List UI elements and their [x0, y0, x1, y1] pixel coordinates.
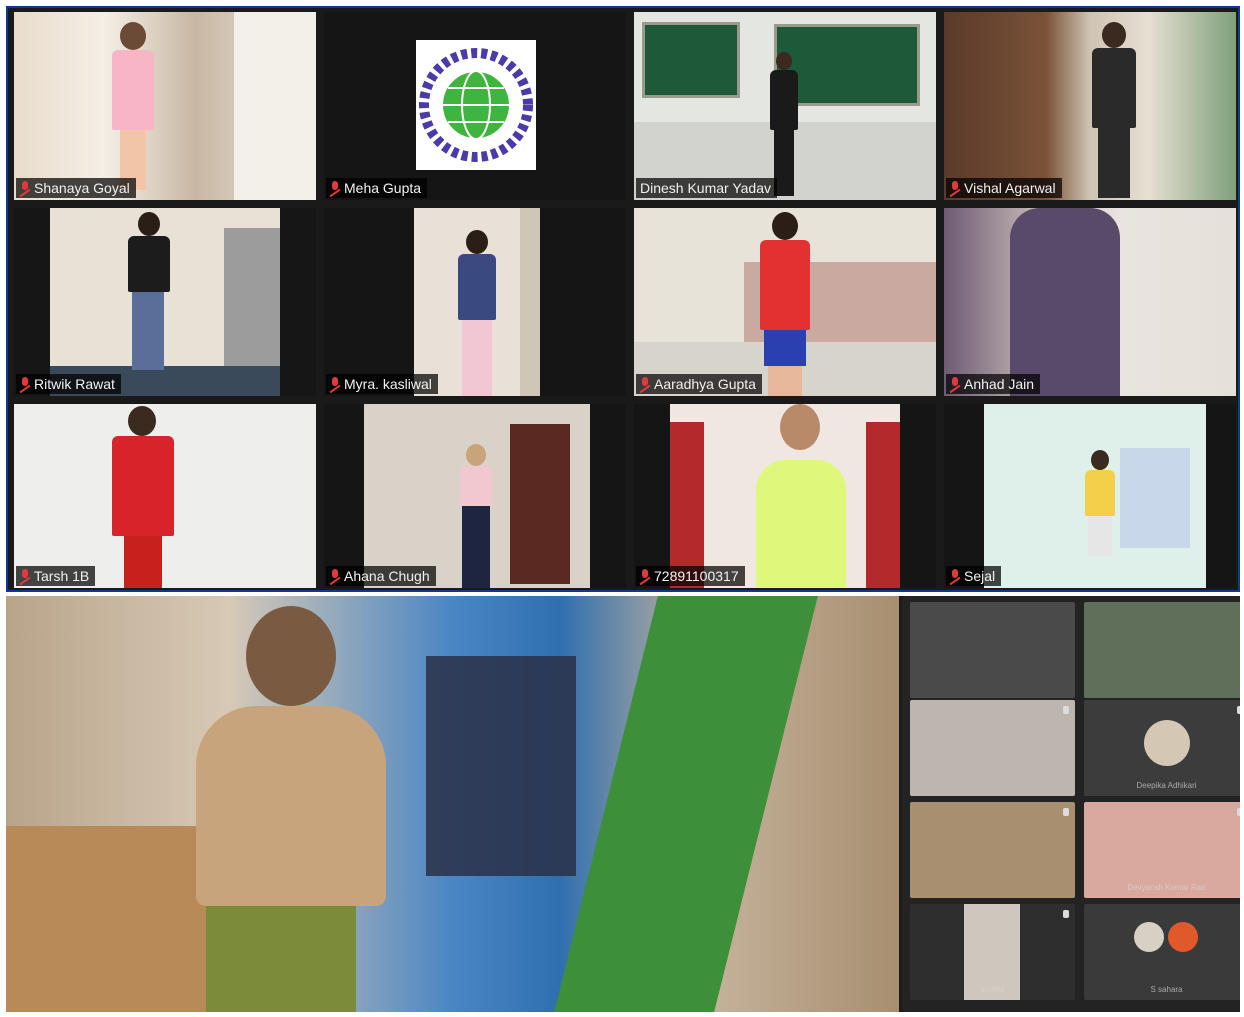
video-tile[interactable]: Tarsh 1B: [14, 404, 316, 588]
participant-thumbnail[interactable]: [910, 802, 1075, 898]
mic-muted-icon: [640, 377, 650, 391]
mic-muted-icon: [20, 181, 30, 195]
mic-muted-icon: [950, 377, 960, 391]
participant-name-label: Anhad Jain: [946, 374, 1041, 394]
participant-name-label: Tarsh 1B: [16, 566, 96, 586]
participant-thumbnail[interactable]: Deepika Adhikari: [1084, 700, 1240, 796]
participant-name-label: Shanaya Goyal: [16, 178, 136, 198]
video-tile[interactable]: Sejal: [944, 404, 1236, 588]
mic-muted-icon: [330, 377, 340, 391]
mic-icon: [1237, 706, 1240, 714]
mic-icon: [1063, 910, 1069, 918]
video-tile-active-speaker[interactable]: Dinesh Kumar Yadav: [634, 12, 936, 200]
video-tile[interactable]: Aaradhya Gupta: [634, 208, 936, 396]
gallery-view-screenshot: Shanaya Goyal Meha Gupta Dinesh Kumar Ya…: [6, 6, 1240, 592]
mic-muted-icon: [950, 569, 960, 583]
participant-thumbnail[interactable]: [910, 602, 1075, 698]
video-tile[interactable]: 72891100317: [634, 404, 936, 588]
participant-name-label: Ahana Chugh: [326, 566, 436, 586]
participant-name-label: Ritwik Rawat: [16, 374, 121, 394]
participants-thumbnail-panel: Deepika Adhikari Devyansh Kumar Rao khus…: [902, 596, 1240, 1012]
avatar: [1144, 720, 1190, 766]
participant-thumbnail[interactable]: S sahara: [1084, 904, 1240, 1000]
mic-muted-icon: [330, 569, 340, 583]
participant-thumbnail[interactable]: [910, 700, 1075, 796]
participant-name-label: Myra. kasliwal: [326, 374, 438, 394]
participant-thumbnail[interactable]: Devyansh Kumar Rao: [1084, 802, 1240, 898]
mic-icon: [1237, 808, 1240, 816]
mic-muted-icon: [20, 569, 30, 583]
participant-name-label: Meha Gupta: [326, 178, 428, 198]
participant-thumbnail[interactable]: khushi: [910, 904, 1075, 1000]
mic-muted-icon: [950, 181, 960, 195]
main-video-feed[interactable]: [6, 596, 899, 1012]
participant-name-label: 72891100317: [636, 566, 745, 586]
video-tile[interactable]: Myra. kasliwal: [324, 208, 626, 396]
video-tile[interactable]: Vishal Agarwal: [944, 12, 1236, 200]
video-tile[interactable]: Ritwik Rawat: [14, 208, 316, 396]
mic-icon: [1063, 808, 1069, 816]
participant-name-label: Vishal Agarwal: [946, 178, 1062, 198]
participant-name-label: Sejal: [946, 566, 1002, 586]
avatar: [1134, 922, 1164, 952]
participant-name-label: Aaradhya Gupta: [636, 374, 762, 394]
mic-muted-icon: [330, 181, 340, 195]
avatar: [1168, 922, 1198, 952]
video-tile[interactable]: Anhad Jain: [944, 208, 1236, 396]
meeting-view-screenshot: Deepika Adhikari Devyansh Kumar Rao khus…: [6, 596, 1240, 1012]
mic-icon: [1063, 706, 1069, 714]
mic-muted-icon: [640, 569, 650, 583]
participant-thumbnail[interactable]: [1084, 602, 1240, 698]
organization-logo: [416, 40, 536, 170]
mic-muted-icon: [20, 377, 30, 391]
video-tile[interactable]: Meha Gupta: [324, 12, 626, 200]
participant-name-label: Dinesh Kumar Yadav: [636, 178, 777, 198]
video-tile[interactable]: Ahana Chugh: [324, 404, 626, 588]
video-tile[interactable]: Shanaya Goyal: [14, 12, 316, 200]
